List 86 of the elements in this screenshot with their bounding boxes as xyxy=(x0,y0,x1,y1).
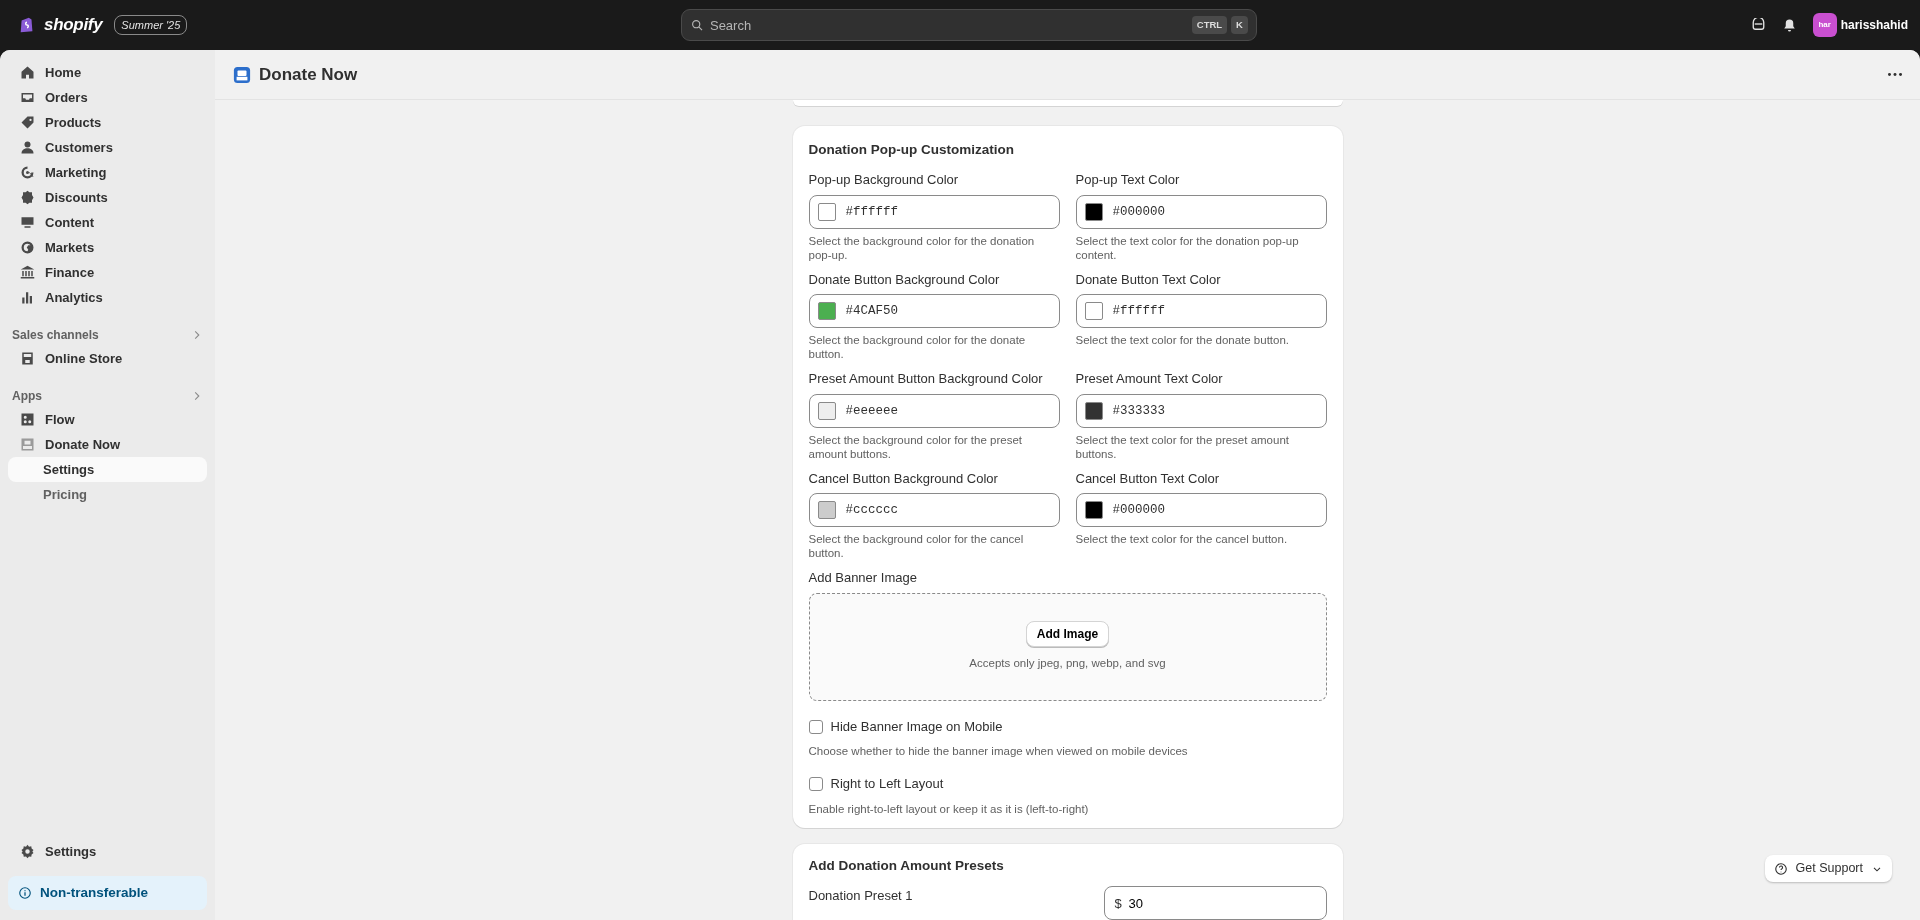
card-title: Donation Pop-up Customization xyxy=(808,141,1015,159)
sidebar-item[interactable]: Donate Now xyxy=(8,432,207,457)
help-text: Select the background color for the cancel button. xyxy=(808,532,1025,561)
sidebar-item[interactable]: Settings xyxy=(8,838,207,864)
help-text: Select the text color for the donation pop-up content. xyxy=(1075,233,1300,262)
sidebar-item[interactable]: Content xyxy=(8,210,207,235)
sidebar-item[interactable]: Flow xyxy=(8,407,207,432)
more-icon xyxy=(1888,73,1902,76)
sidebar-item[interactable]: Online Store xyxy=(8,346,207,371)
field-label: Cancel Button Background Color xyxy=(808,469,999,488)
section-title: Apps xyxy=(12,388,42,405)
checkbox[interactable] xyxy=(808,777,823,791)
support-button[interactable]: Get Support xyxy=(1764,855,1892,882)
person-icon xyxy=(20,140,35,155)
field-label: Pop-up Text Color xyxy=(1075,171,1181,190)
page-title: Donate Now xyxy=(259,63,358,86)
checkbox[interactable] xyxy=(808,719,823,734)
card-title: Add Donation Amount Presets xyxy=(808,856,1005,875)
store-icon xyxy=(20,351,35,366)
checkbox-label[interactable]: Hide Banner Image on Mobile xyxy=(830,716,1003,737)
edition-badge: Summer '25 xyxy=(114,14,188,36)
color-field[interactable]: #000000 xyxy=(1075,493,1327,528)
sidebar-subitem[interactable]: Settings xyxy=(8,457,207,482)
sidebar-item[interactable]: Products xyxy=(8,110,207,135)
search-icon xyxy=(690,19,704,32)
sidebar-subitem[interactable]: Pricing xyxy=(8,482,207,507)
sidebar-item[interactable]: Discounts xyxy=(8,185,207,210)
field-label: Pop-up Background Color xyxy=(808,171,960,190)
help-text: Select the text color for the preset amount buttons. xyxy=(1075,432,1290,461)
help-text: Enable right-to-left layout or keep it as it is (left-to-right) xyxy=(808,801,1090,816)
shortcut-key: K xyxy=(1231,16,1248,35)
help-text: Choose whether to hide the banner image when viewed on mobile devices xyxy=(808,744,1189,759)
sidebar-item[interactable]: Analytics xyxy=(8,285,207,310)
notice-text: Non-transferable xyxy=(40,883,149,902)
color-field[interactable]: #333333 xyxy=(1075,393,1327,428)
badge-icon xyxy=(20,190,35,205)
field-label: Preset Amount Text Color xyxy=(1075,370,1224,389)
user-name[interactable]: harisshahid xyxy=(1840,16,1908,34)
app-icon xyxy=(20,437,35,452)
shortcut-key: CTRL xyxy=(1191,16,1228,35)
upload-hint: Accepts only jpeg, png, webp, and svg xyxy=(969,656,1166,672)
sidebar-item[interactable]: Home xyxy=(8,60,207,85)
help-text: Select the background color for the donation pop-up. xyxy=(808,233,1036,262)
sidebar-item[interactable]: Finance xyxy=(8,260,207,285)
add-image-button[interactable]: Add Image xyxy=(1025,621,1110,648)
field-label: Donate Button Background Color xyxy=(808,270,1001,289)
sidebar-item[interactable]: Orders xyxy=(8,85,207,110)
help-text: Select the text color for the donate button. xyxy=(1075,333,1291,348)
help-text: Select the background color for the donate button. xyxy=(808,333,1027,362)
sidebar-item[interactable]: Markets xyxy=(8,235,207,260)
tag-icon xyxy=(20,115,35,130)
info-icon xyxy=(18,885,32,900)
flow-icon xyxy=(20,412,35,427)
help-text: Select the text color for the cancel button. xyxy=(1075,532,1289,547)
field-label: Cancel Button Text Color xyxy=(1075,469,1221,488)
upload-dropzone[interactable]: Add Image Accepts only jpeg, png, webp, and svg xyxy=(808,592,1327,701)
home-icon xyxy=(20,65,35,80)
color-field[interactable]: #eeeeee xyxy=(808,393,1060,428)
field-label: Donation Preset 1 xyxy=(808,887,913,905)
sidebar-item[interactable]: Marketing xyxy=(8,160,207,185)
color-field[interactable]: #4CAF50 xyxy=(808,294,1060,329)
field-label: Preset Amount Button Background Color xyxy=(808,370,1044,389)
bank-icon xyxy=(20,265,35,280)
monitor-icon xyxy=(20,215,35,230)
help-icon xyxy=(1773,861,1788,876)
color-field[interactable]: #ffffff xyxy=(1075,294,1327,329)
section-title: Sales channels xyxy=(12,327,99,344)
bar-chart-icon xyxy=(20,290,35,305)
app-icon xyxy=(233,65,251,84)
user-avatar[interactable]: har xyxy=(1812,13,1837,37)
help-text: Select the background color for the preset amount buttons. xyxy=(808,432,1023,461)
target-icon xyxy=(20,165,35,180)
logo-text: shopify xyxy=(44,14,103,37)
color-field[interactable]: #cccccc xyxy=(808,493,1060,528)
color-field[interactable]: #000000 xyxy=(1075,194,1327,229)
chat-icon xyxy=(1750,17,1766,33)
field-label: Donate Button Text Color xyxy=(1075,270,1222,289)
currency-prefix: $ xyxy=(1114,895,1122,913)
bell-icon xyxy=(1781,17,1797,33)
globe-icon xyxy=(20,240,35,255)
sidebar-item[interactable]: Customers xyxy=(8,135,207,160)
field-label: Add Banner Image xyxy=(808,569,918,588)
gear-icon xyxy=(20,843,35,859)
inbox-icon xyxy=(20,90,35,105)
color-field[interactable]: #ffffff xyxy=(808,194,1060,229)
checkbox-label[interactable]: Right to Left Layout xyxy=(830,774,944,794)
